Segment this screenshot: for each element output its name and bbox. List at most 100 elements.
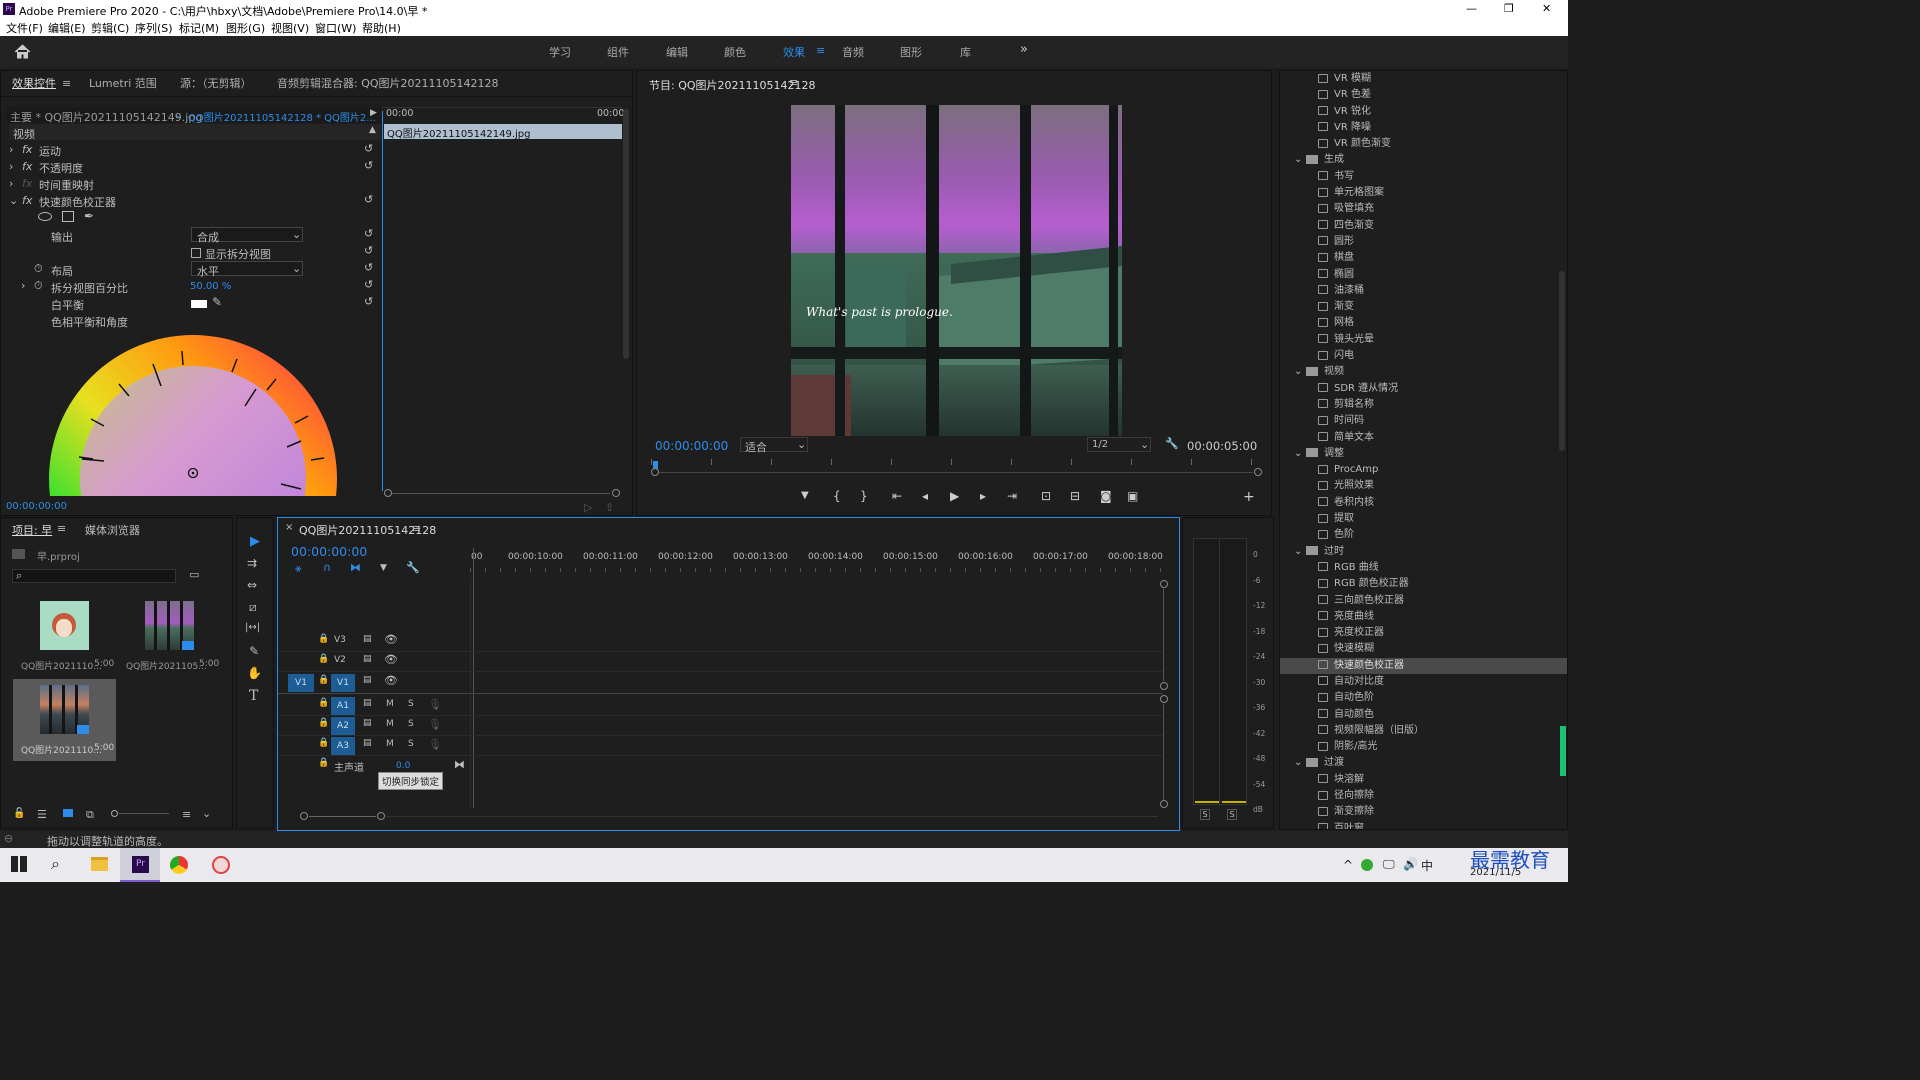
effects-folder[interactable]: ⌄ 调整	[1280, 446, 1567, 462]
effects-folder[interactable]: ⌄ 过渡	[1280, 755, 1567, 771]
panel-menu-icon[interactable]: ≡	[57, 522, 66, 535]
project-item[interactable]: QQ图片2021105... 5:00	[118, 595, 220, 677]
file-explorer-icon[interactable]	[91, 857, 108, 871]
ws-effects-menu-icon[interactable]: ≡	[816, 44, 825, 57]
new-bin-icon[interactable]: ▭	[189, 568, 199, 581]
paint-app-icon[interactable]	[212, 856, 230, 874]
windows-start-icon[interactable]	[11, 856, 27, 872]
effect-row-opacity[interactable]: › fx 不透明度 ↺	[9, 159, 381, 176]
close-button[interactable]: ✕	[1542, 2, 1551, 15]
microphone-icon[interactable]: 🎙	[428, 718, 442, 731]
reset-icon[interactable]: ↺	[364, 244, 373, 257]
lock-icon[interactable]: 🔒	[318, 738, 329, 748]
rectangle-mask-icon[interactable]	[62, 211, 74, 222]
menu-file[interactable]: 文件(F)	[6, 20, 43, 36]
effect-item[interactable]: 色阶	[1280, 527, 1567, 543]
reset-icon[interactable]: ↺	[364, 159, 373, 172]
effect-item[interactable]: 亮度校正器	[1280, 625, 1567, 641]
audio-track-a1[interactable]: 🔒 A1 ▤ M S 🎙	[278, 696, 1163, 716]
ws-color[interactable]: 颜色	[724, 44, 746, 60]
effect-item[interactable]: 时间码	[1280, 413, 1567, 429]
effect-item[interactable]: 剪辑名称	[1280, 397, 1567, 413]
minimize-button[interactable]: —	[1466, 2, 1477, 15]
effect-item[interactable]: 三向颜色校正器	[1280, 593, 1567, 609]
sync-track-icon[interactable]: ▤	[363, 654, 372, 664]
lift-button[interactable]: ⊡	[1041, 489, 1051, 503]
current-time-display[interactable]: 00:00:00:00	[6, 501, 67, 512]
mark-in-button[interactable]: {	[833, 489, 841, 503]
effect-item[interactable]: 光照效果	[1280, 478, 1567, 494]
effect-item[interactable]: 圆形	[1280, 234, 1567, 250]
mute-button[interactable]: M	[386, 739, 394, 749]
add-marker-icon[interactable]: ▼	[380, 563, 387, 573]
effect-item[interactable]: 提取	[1280, 511, 1567, 527]
maximize-button[interactable]: ❐	[1504, 2, 1514, 15]
type-tool-icon[interactable]: T	[249, 688, 258, 704]
reset-icon[interactable]: ↺	[364, 261, 373, 274]
list-view-icon[interactable]: ☰	[37, 808, 47, 821]
sync-track-icon[interactable]: ▤	[363, 698, 372, 708]
scrollbar[interactable]	[623, 109, 629, 359]
ripple-edit-tool-icon[interactable]: ⇔	[247, 578, 257, 592]
effect-item[interactable]: 自动对比度	[1280, 674, 1567, 690]
search-icon[interactable]: ⌕	[51, 854, 60, 874]
timeline-settings-icon[interactable]: 🔧	[406, 561, 420, 574]
razor-tool-icon[interactable]: ⧄	[249, 600, 257, 615]
zoom-scrollbar[interactable]	[384, 489, 620, 497]
sync-track-icon[interactable]: ▤	[363, 738, 372, 748]
effect-item[interactable]: 径向擦除	[1280, 788, 1567, 804]
effect-item[interactable]: RGB 曲线	[1280, 560, 1567, 576]
reset-icon[interactable]: ↺	[364, 295, 373, 308]
split-view-checkbox[interactable]	[191, 248, 201, 258]
stopwatch-icon[interactable]: ⏱	[34, 279, 43, 293]
freeform-view-icon[interactable]: ⧉	[86, 808, 94, 822]
slip-tool-icon[interactable]: |↔|	[245, 622, 260, 633]
effect-item[interactable]: VR 模糊	[1280, 71, 1567, 87]
playhead-timecode[interactable]: 00:00:00:00	[655, 439, 728, 453]
menu-graphics[interactable]: 图形(G)	[226, 20, 265, 36]
effects-folder[interactable]: ⌄ 生成	[1280, 152, 1567, 168]
linked-selection-icon[interactable]: ⧓	[350, 561, 361, 574]
volume-icon[interactable]: 🔊	[1403, 857, 1418, 871]
microphone-icon[interactable]: 🎙	[428, 738, 442, 751]
tab-project[interactable]: 项目: 早	[12, 522, 52, 538]
effect-item[interactable]: VR 降噪	[1280, 120, 1567, 136]
fx-icon[interactable]: fx	[22, 143, 32, 156]
stopwatch-icon[interactable]: ⏱	[34, 262, 43, 276]
tray-up-chevron-icon[interactable]: ^	[1343, 858, 1353, 872]
panel-menu-icon[interactable]: ≡	[789, 76, 798, 89]
play-only-icon[interactable]: ▶	[370, 108, 377, 118]
effect-row-fast-color-corrector[interactable]: ⌄ fx 快速颜色校正器 ↺	[9, 193, 381, 210]
white-balance-swatch[interactable]	[191, 300, 207, 308]
video-track-v1[interactable]: V1 🔒 V1 ▤ 👁	[278, 672, 1163, 694]
lock-icon[interactable]: 🔓	[13, 808, 25, 819]
expand-chevron-icon[interactable]: ›	[21, 279, 25, 292]
go-to-end-icon[interactable]: ⧓	[454, 758, 465, 771]
effect-row-motion[interactable]: › fx 运动 ↺	[9, 142, 381, 159]
eyedropper-icon[interactable]: ✎	[212, 295, 222, 309]
effect-item[interactable]: 快速颜色校正器	[1280, 657, 1567, 674]
ws-editing[interactable]: 编辑	[666, 44, 688, 60]
sync-track-icon[interactable]: ▤	[363, 718, 372, 728]
playhead[interactable]	[382, 111, 383, 491]
solo-button[interactable]: S	[408, 739, 414, 749]
close-tab-icon[interactable]: ×	[285, 522, 293, 533]
track-label[interactable]: V3	[334, 635, 346, 645]
network-icon[interactable]: 🖵	[1383, 857, 1395, 872]
effect-item[interactable]: VR 颜色渐变	[1280, 136, 1567, 152]
effect-item[interactable]: 书写	[1280, 169, 1567, 185]
effect-item[interactable]: 吸管填充	[1280, 201, 1567, 217]
layout-dropdown[interactable]: 水平 ⌄	[191, 261, 303, 278]
effect-item[interactable]: 网格	[1280, 315, 1567, 331]
effect-item[interactable]: 棋盘	[1280, 250, 1567, 266]
comparison-view-button[interactable]: ▣	[1127, 489, 1138, 503]
eye-icon[interactable]: 👁	[384, 653, 398, 666]
menu-window[interactable]: 窗口(W)	[315, 20, 356, 36]
effect-item[interactable]: 百叶窗	[1280, 821, 1567, 829]
mark-out-button[interactable]: }	[860, 489, 868, 503]
effect-item[interactable]: 渐变	[1280, 299, 1567, 315]
menu-help[interactable]: 帮助(H)	[362, 20, 401, 36]
zoom-dropdown[interactable]: 适合 ⌄	[740, 437, 808, 454]
ws-effects[interactable]: 效果	[783, 44, 805, 60]
effect-item[interactable]: ProcAmp	[1280, 462, 1567, 478]
